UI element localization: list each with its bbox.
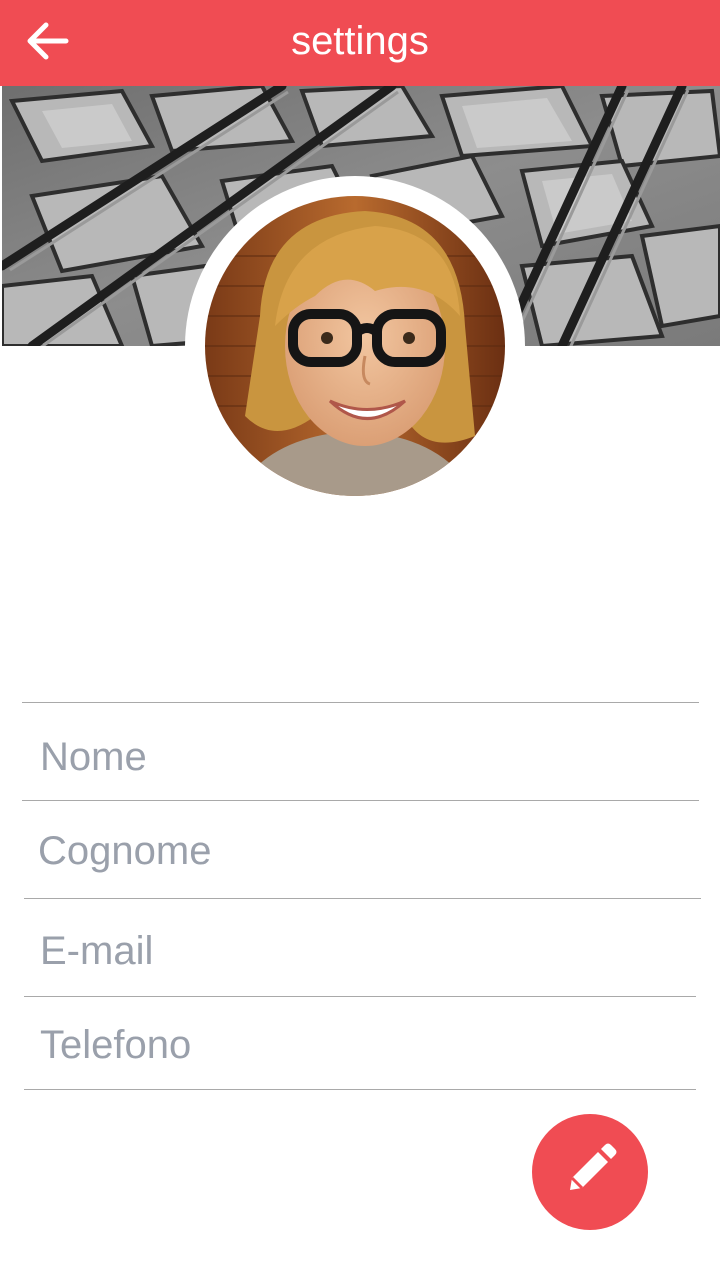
edit-button[interactable] — [532, 1114, 648, 1230]
phone-field[interactable]: Telefono — [0, 997, 720, 1089]
divider — [24, 1089, 696, 1090]
last-name-field[interactable]: Cognome — [0, 801, 720, 898]
email-field[interactable]: E-mail — [0, 899, 720, 996]
app-bar: settings — [0, 0, 720, 86]
first-name-placeholder: Nome — [40, 735, 147, 779]
avatar[interactable] — [205, 196, 505, 496]
last-name-placeholder: Cognome — [38, 829, 212, 873]
pencil-icon — [558, 1138, 622, 1207]
phone-placeholder: Telefono — [40, 1023, 192, 1067]
email-placeholder: E-mail — [40, 929, 154, 973]
back-button[interactable] — [18, 13, 78, 73]
arrow-back-icon — [26, 21, 70, 66]
page-title: settings — [291, 19, 429, 63]
first-name-field[interactable]: Nome — [0, 703, 720, 800]
